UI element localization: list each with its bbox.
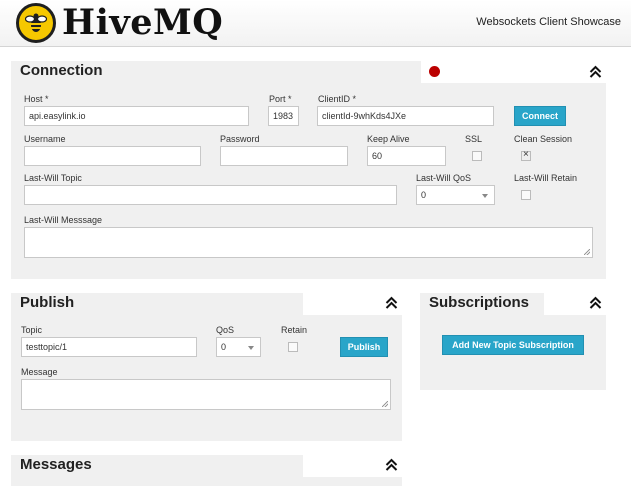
messages-panel: Messages: [11, 455, 402, 486]
lwt-message-textarea[interactable]: [24, 227, 593, 258]
password-label: Password: [220, 134, 260, 144]
collapse-messages-icon[interactable]: [385, 458, 399, 472]
host-label: Host *: [24, 94, 49, 104]
lwt-qos-label: Last-Will QoS: [416, 173, 472, 183]
resize-handle-icon[interactable]: [382, 401, 388, 407]
publish-message-label: Message: [21, 367, 58, 377]
ssl-label: SSL: [465, 134, 483, 144]
messages-title: Messages: [20, 456, 92, 473]
lwt-retain-checkbox[interactable]: [521, 190, 531, 200]
lwt-message-label: Last-Will Messsage: [24, 215, 103, 225]
header-bar: HiveMQ Websockets Client Showcase: [0, 0, 631, 47]
connection-panel: Connection Host * api.easylink.io Port *…: [11, 61, 606, 279]
keepalive-input[interactable]: 60: [367, 146, 446, 166]
publish-topic-input[interactable]: testtopic/1: [21, 337, 197, 357]
header-subtitle: Websockets Client Showcase: [476, 16, 621, 28]
publish-button[interactable]: Publish: [340, 337, 388, 357]
logo-text: HiveMQ: [62, 2, 224, 43]
publish-retain-checkbox[interactable]: [288, 342, 298, 352]
add-subscription-button[interactable]: Add New Topic Subscription: [442, 335, 584, 355]
publish-qos-select[interactable]: 0: [216, 337, 261, 357]
publish-retain-label: Retain: [281, 325, 308, 335]
lwt-retain-label: Last-Will Retain: [514, 173, 578, 183]
publish-qos-value: 0: [221, 342, 227, 352]
publish-qos-label: QoS: [216, 325, 235, 335]
lwt-qos-value: 0: [421, 190, 427, 200]
subscriptions-title: Subscriptions: [429, 294, 530, 311]
port-input[interactable]: 1983: [268, 106, 299, 126]
password-input[interactable]: [220, 146, 348, 166]
collapse-publish-icon[interactable]: [385, 296, 399, 310]
publish-panel: Publish Topic testtopic/1 QoS 0 Retain P…: [11, 293, 402, 441]
publish-title: Publish: [20, 294, 75, 311]
clientid-input[interactable]: clientId-9whKds4JXe: [317, 106, 494, 126]
publish-message-textarea[interactable]: [21, 379, 391, 410]
chevron-down-icon: [482, 194, 488, 198]
connection-title: Connection: [20, 62, 103, 79]
chevron-down-icon: [248, 346, 254, 350]
collapse-subscriptions-icon[interactable]: [589, 296, 603, 310]
host-input[interactable]: api.easylink.io: [24, 106, 249, 126]
ssl-checkbox[interactable]: [472, 151, 482, 161]
clean-session-label: Clean Session: [514, 134, 573, 144]
resize-handle-icon[interactable]: [584, 249, 590, 255]
clientid-label: ClientID *: [318, 94, 357, 104]
connect-button[interactable]: Connect: [514, 106, 566, 126]
lwt-topic-input[interactable]: [24, 185, 397, 205]
lwt-topic-label: Last-Will Topic: [24, 173, 82, 183]
username-label: Username: [24, 134, 66, 144]
subscriptions-panel: Subscriptions Add New Topic Subscription: [420, 293, 606, 390]
connection-status-indicator: [429, 66, 440, 77]
clean-session-checkbox[interactable]: [521, 149, 531, 161]
port-label: Port *: [269, 94, 292, 104]
collapse-connection-icon[interactable]: [589, 65, 603, 79]
bee-icon: [16, 3, 56, 43]
lwt-qos-select[interactable]: 0: [416, 185, 495, 205]
publish-topic-label: Topic: [21, 325, 43, 335]
keepalive-label: Keep Alive: [367, 134, 410, 144]
username-input[interactable]: [24, 146, 201, 166]
